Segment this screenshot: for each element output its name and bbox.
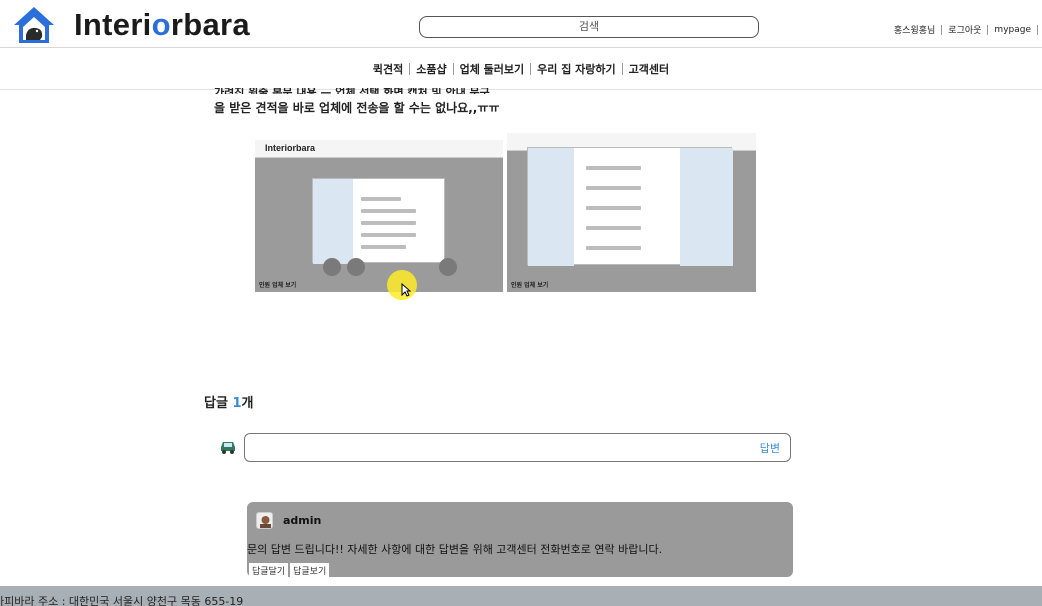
menu-item-customer-center[interactable]: 고객센터 — [623, 61, 675, 77]
footer-address: 카피바라 주소 : 대한민국 서울시 양천구 목동 655-19 — [0, 595, 244, 606]
car-icon — [221, 442, 235, 454]
post-text-cut-line: 가려진 윗줄 본문 내용 — 업체 선택 화면 캡처 및 안내 문구 — [214, 88, 814, 94]
mini-circle — [323, 258, 341, 276]
menu-item-show-off-home[interactable]: 우리 집 자랑하기 — [531, 61, 622, 77]
post-text: 을 받은 견적을 바로 업체에 전송을 할 수는 없나요,,ㅠㅠ — [214, 101, 500, 115]
reply-count: 1 — [232, 396, 242, 411]
mini-row — [586, 226, 641, 230]
comment-username: admin — [283, 513, 322, 527]
mini-modal-side — [313, 179, 353, 264]
comment-header: admin — [256, 511, 321, 529]
reply-input[interactable] — [244, 433, 791, 462]
logout-link[interactable]: 로그아웃 — [942, 23, 987, 36]
reply-form: 답변 — [218, 433, 792, 462]
search-input[interactable]: 검색 — [419, 16, 759, 38]
mini-modal-side — [528, 148, 574, 266]
comment-actions: 답글달기 답글보기 — [249, 563, 330, 578]
user-greeting[interactable]: 홍스윙홍님 — [888, 23, 941, 36]
house-logo-icon — [14, 7, 54, 43]
mini-caption: 인원 업체 보기 — [259, 282, 297, 289]
mini-logo: Interiorbara — [265, 143, 316, 153]
mini-row — [361, 221, 416, 225]
mini-row — [361, 233, 416, 237]
menu-item-browse-companies[interactable]: 업체 둘러보기 — [454, 61, 531, 77]
menu-item-shop[interactable]: 소품샵 — [410, 61, 452, 77]
mini-circle — [347, 258, 365, 276]
comment-body: 문의 답변 드립니다!! 자세한 사항에 대한 답변을 위해 고객센터 전화번호… — [247, 543, 663, 556]
view-replies-button[interactable]: 답글보기 — [290, 563, 330, 578]
mini-caption: 인원 업체 보기 — [511, 282, 549, 289]
post-screenshot-2: 인원 업체 보기 — [507, 133, 756, 292]
reply-count-title: 답글 1개 — [204, 396, 254, 411]
mini-header: Interiorbara — [255, 140, 503, 158]
mini-modal — [312, 178, 445, 264]
mini-modal — [527, 147, 733, 266]
site-logo[interactable]: Interiorbara — [12, 4, 250, 46]
mouse-pointer-icon — [401, 283, 411, 297]
mypage-link[interactable]: mypage — [988, 25, 1037, 35]
user-avatar-icon — [260, 515, 271, 528]
main-menu: 퀵견적 소품샵 업체 둘러보기 우리 집 자랑하기 고객센터 — [0, 48, 1042, 90]
logo-text: Interiorbara — [74, 7, 250, 42]
mini-circle — [439, 258, 457, 276]
write-reply-button[interactable]: 답글달기 — [249, 563, 289, 578]
user-nav: 홍스윙홍님 로그아웃 mypage — [888, 23, 1038, 36]
mini-modal-side — [680, 148, 733, 266]
avatar — [256, 511, 273, 529]
mini-row — [586, 186, 641, 190]
post-screenshot-1: Interiorbara 인원 업체 보기 — [255, 140, 503, 292]
menu-item-quick-estimate[interactable]: 퀵견적 — [367, 61, 409, 77]
nav-divider — [1037, 24, 1038, 35]
mini-row — [586, 206, 641, 210]
mini-row — [361, 245, 406, 249]
reply-submit-button[interactable]: 답변 — [760, 440, 780, 456]
site-footer: 카피바라 주소 : 대한민국 서울시 양천구 목동 655-19 — [0, 586, 1042, 606]
mini-row — [586, 166, 641, 170]
mini-row — [586, 246, 641, 250]
mini-row — [361, 197, 401, 201]
mini-row — [361, 209, 416, 213]
site-header: Interiorbara 검색 홍스윙홍님 로그아웃 mypage — [0, 0, 1042, 48]
